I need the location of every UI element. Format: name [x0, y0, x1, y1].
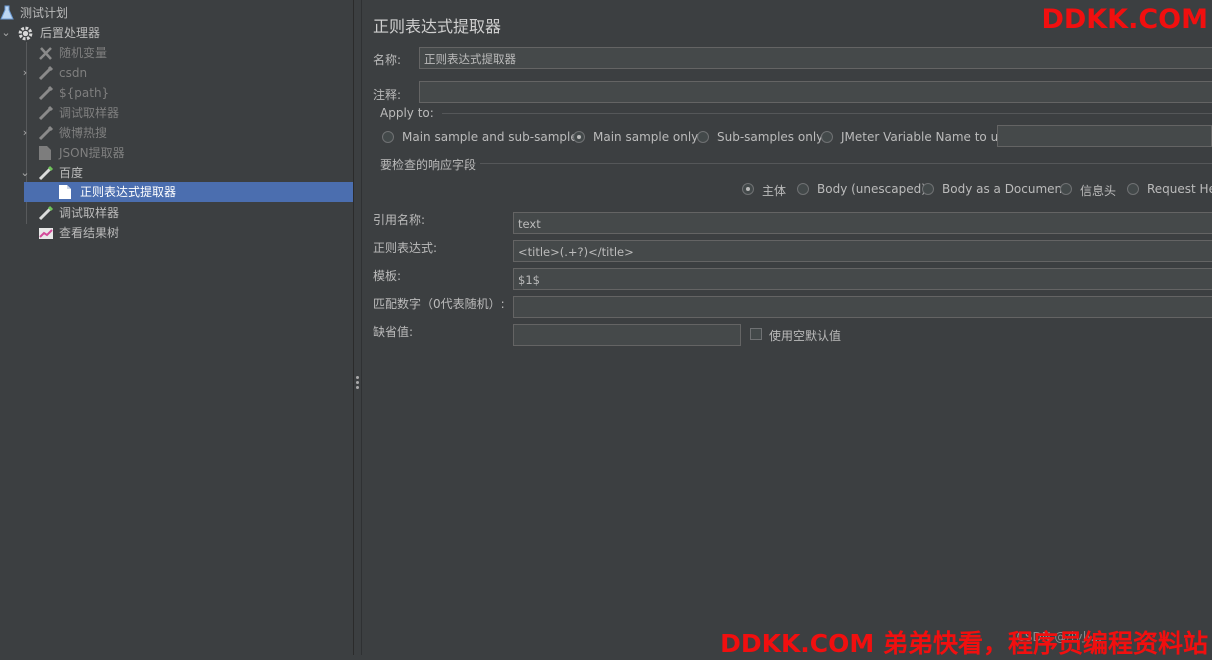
tree-item-label: 微博热搜 [59, 126, 108, 140]
jmeter-variable-field[interactable] [997, 125, 1212, 147]
radio-label: 主体 [762, 184, 787, 198]
name-field[interactable]: 正则表达式提取器 [419, 47, 1212, 69]
regex-field[interactable]: <title>(.+?)</title> [513, 240, 1212, 262]
tree-item-label: 后置处理器 [40, 26, 101, 40]
tree-item-random-variable[interactable]: 随机变量 [0, 43, 353, 63]
panel-splitter[interactable] [354, 0, 362, 655]
pipette-icon [38, 105, 54, 121]
radio-request-headers[interactable] [1127, 183, 1139, 195]
tree-item-path[interactable]: ${path} [0, 83, 353, 103]
radio-body[interactable] [742, 183, 754, 195]
tree-item-csdn[interactable]: › csdn [0, 63, 353, 83]
radio-sub-only[interactable] [697, 131, 709, 143]
test-plan-tree[interactable]: 测试计划 ⌄ 后置处理器 随机变量 › csdn ${path} 调试取样器 ›… [0, 0, 354, 655]
radio-jmeter-variable[interactable] [821, 131, 833, 143]
tree-item-label: 随机变量 [59, 46, 108, 60]
tree-item-label: 正则表达式提取器 [80, 185, 177, 199]
use-empty-default-label: 使用空默认值 [769, 329, 842, 343]
radio-label: Main sample and sub-samples [402, 130, 584, 144]
tree-item-label: 查看结果树 [59, 226, 120, 240]
radio-label: 信息头 [1080, 184, 1117, 198]
pipette-icon [38, 165, 54, 181]
splitter-handle-dot [356, 376, 359, 379]
flask-icon [0, 5, 16, 21]
radio-label: Sub-samples only [717, 130, 824, 144]
radio-label: Body as a Document [942, 182, 1067, 196]
chevron-right-icon[interactable]: › [19, 63, 31, 83]
gear-icon [17, 25, 33, 41]
watermark-top: DDKK.COM [1041, 4, 1208, 35]
pipette-icon [38, 85, 54, 101]
radio-label: Body (unescaped) [817, 182, 926, 196]
tree-item-post-processors[interactable]: ⌄ 后置处理器 [0, 23, 353, 43]
chart-icon [38, 225, 54, 241]
regex-extractor-panel: 正则表达式提取器 名称: 正则表达式提取器 注释: Apply to: Main… [362, 0, 1212, 655]
pipette-icon [38, 205, 54, 221]
tree-item-test-plan[interactable]: 测试计划 [0, 3, 353, 23]
name-label: 名称: [373, 53, 402, 67]
splitter-handle-dot [356, 381, 359, 384]
field-check-legend: 要检查的响应字段 [380, 158, 477, 172]
comment-field[interactable] [419, 81, 1212, 103]
radio-label: Request Hea [1147, 182, 1212, 196]
radio-headers[interactable] [1060, 183, 1072, 195]
tree-item-label: 调试取样器 [59, 206, 120, 220]
wrench-icon [38, 45, 54, 61]
default-value-label: 缺省值: [373, 325, 414, 339]
splitter-handle-dot [356, 386, 359, 389]
chevron-down-icon[interactable]: ⌄ [0, 23, 12, 43]
document-icon [38, 145, 54, 161]
tree-item-json-extractor[interactable]: JSON提取器 [0, 143, 353, 163]
tree-item-debug-sampler[interactable]: 调试取样器 [0, 103, 353, 123]
group-divider [480, 163, 1212, 164]
radio-body-as-document[interactable] [922, 183, 934, 195]
regex-label: 正则表达式: [373, 241, 438, 255]
tree-item-label: 调试取样器 [59, 106, 120, 120]
tree-item-regex-extractor[interactable]: 正则表达式提取器 [24, 182, 353, 202]
match-no-field[interactable] [513, 296, 1212, 318]
radio-main-only[interactable] [573, 131, 585, 143]
tree-item-debug-sampler-2[interactable]: 调试取样器 [0, 203, 353, 223]
chevron-down-icon[interactable]: ⌄ [19, 163, 31, 183]
ref-name-label: 引用名称: [373, 213, 426, 227]
radio-body-unescaped[interactable] [797, 183, 809, 195]
panel-title: 正则表达式提取器 [373, 17, 502, 36]
group-divider [442, 113, 1212, 114]
tree-item-label: ${path} [59, 86, 110, 100]
radio-label: JMeter Variable Name to use [841, 130, 1012, 144]
tree-item-label: csdn [59, 66, 88, 80]
radio-main-and-sub[interactable] [382, 131, 394, 143]
document-icon [58, 184, 74, 200]
template-field[interactable]: $1$ [513, 268, 1212, 290]
tree-item-view-results-tree[interactable]: 查看结果树 [0, 223, 353, 243]
tree-item-label: 百度 [59, 166, 84, 180]
radio-label: Main sample only [593, 130, 699, 144]
tree-item-weibo-hot[interactable]: › 微博热搜 [0, 123, 353, 143]
chevron-right-icon[interactable]: › [19, 123, 31, 143]
template-label: 模板: [373, 269, 402, 283]
tree-item-label: 测试计划 [20, 6, 69, 20]
tree-item-label: JSON提取器 [59, 146, 125, 160]
ref-name-field[interactable]: text [513, 212, 1212, 234]
use-empty-default-checkbox[interactable] [750, 328, 762, 340]
apply-to-legend: Apply to: [380, 106, 434, 120]
match-no-label: 匹配数字（0代表随机）: [373, 297, 505, 311]
tree-item-baidu[interactable]: ⌄ 百度 [0, 163, 353, 183]
comment-label: 注释: [373, 88, 402, 102]
pipette-icon [38, 65, 54, 81]
pipette-icon [38, 125, 54, 141]
default-value-field[interactable] [513, 324, 741, 346]
